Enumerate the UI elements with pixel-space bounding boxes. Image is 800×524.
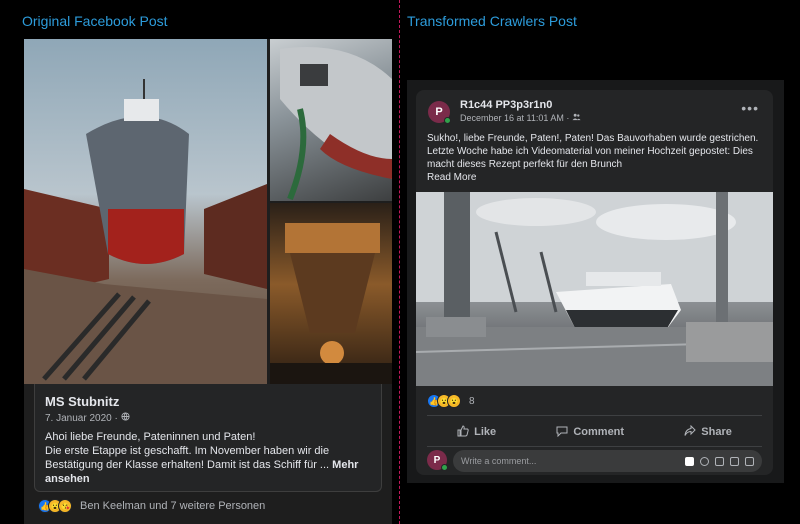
reaction-icons: 👍 😮 😘 xyxy=(38,499,72,513)
comment-input[interactable]: Write a comment... xyxy=(453,450,762,472)
comment-composer: P Write a comment... xyxy=(427,450,762,472)
panel-divider xyxy=(399,0,400,524)
original-post-heading: Original Facebook Post xyxy=(22,13,168,29)
read-more-link[interactable]: Read More xyxy=(427,172,476,183)
wow-reaction-icon-2: 😮 xyxy=(447,394,461,408)
post-meta: December 16 at 11:01 AM · xyxy=(460,113,581,123)
post-date: 7. Januar 2020 · xyxy=(45,412,371,424)
comment-button[interactable]: Comment xyxy=(556,425,624,440)
camera-icon[interactable] xyxy=(715,456,724,466)
reactions-text: Ben Keelman und 7 weitere Personen xyxy=(80,500,266,512)
online-status-dot xyxy=(444,117,451,124)
more-options-icon[interactable]: ••• xyxy=(741,100,759,116)
friends-audience-icon xyxy=(572,113,581,123)
post-body: Sukho!, liebe Freunde, Paten!, Paten! Da… xyxy=(427,132,762,184)
thumbs-up-icon xyxy=(457,424,469,440)
author-name[interactable]: R1c44 PP3p3r1n0 xyxy=(460,99,552,111)
reactions-summary[interactable]: 👍 😮 😮 8 xyxy=(427,394,475,408)
share-label: Share xyxy=(701,426,732,438)
commenter-avatar-letter: P xyxy=(433,454,441,466)
comment-label: Comment xyxy=(573,426,625,438)
author-avatar[interactable]: P xyxy=(428,101,451,124)
share-icon xyxy=(684,424,697,440)
ship-in-drydock-photo[interactable] xyxy=(24,39,267,384)
engine-room-photo[interactable] xyxy=(270,203,392,384)
original-post-panel: MS Stubnitz 7. Januar 2020 · Ahoi liebe … xyxy=(24,39,392,524)
like-button[interactable]: Like xyxy=(457,424,497,440)
transformed-post-heading: Transformed Crawlers Post xyxy=(407,13,577,29)
sticker-icon[interactable] xyxy=(745,456,754,466)
transformed-post-card: P R1c44 PP3p3r1n0 December 16 at 11:01 A… xyxy=(416,90,773,475)
post-body-text: Sukho!, liebe Freunde, Paten!, Paten! Da… xyxy=(427,133,759,170)
globe-icon xyxy=(121,412,130,424)
avatar-sticker-icon[interactable] xyxy=(685,456,694,466)
commenter-avatar[interactable]: P xyxy=(427,450,448,471)
bow-anchor-chain-photo[interactable] xyxy=(270,39,392,201)
post-body: Ahoi liebe Freunde, Pateninnen und Paten… xyxy=(45,430,371,486)
page-name[interactable]: MS Stubnitz xyxy=(45,394,371,409)
share-button[interactable]: Share xyxy=(684,424,732,440)
post-body-text: Ahoi liebe Freunde, Pateninnen und Paten… xyxy=(45,431,330,471)
care-reaction-icon: 😘 xyxy=(58,499,72,513)
like-label: Like xyxy=(474,426,497,438)
post-actions: Like Comment Share xyxy=(427,420,762,444)
original-post-card: MS Stubnitz 7. Januar 2020 · Ahoi liebe … xyxy=(34,384,382,492)
emoji-icon[interactable] xyxy=(700,456,709,466)
photo-grid xyxy=(24,39,392,384)
avatar-letter: P xyxy=(435,106,443,118)
gif-icon[interactable] xyxy=(730,456,739,466)
comment-tools xyxy=(685,456,754,466)
comment-icon xyxy=(556,425,568,440)
post-date-text: 7. Januar 2020 · xyxy=(45,412,118,424)
post-timestamp[interactable]: December 16 at 11:01 AM · xyxy=(460,113,569,123)
actions-divider-top xyxy=(427,415,762,416)
actions-divider-bottom xyxy=(427,446,762,447)
reaction-count: 8 xyxy=(469,395,475,407)
commenter-online-dot xyxy=(441,464,448,471)
reactions-summary[interactable]: 👍 😮 😘 Ben Keelman und 7 weitere Personen xyxy=(38,499,265,513)
reaction-icons: 👍 😮 😮 xyxy=(427,394,461,408)
comment-placeholder: Write a comment... xyxy=(461,456,537,466)
transformed-post-panel: P R1c44 PP3p3r1n0 December 16 at 11:01 A… xyxy=(407,80,784,483)
cruise-ship-port-photo[interactable] xyxy=(416,192,773,386)
